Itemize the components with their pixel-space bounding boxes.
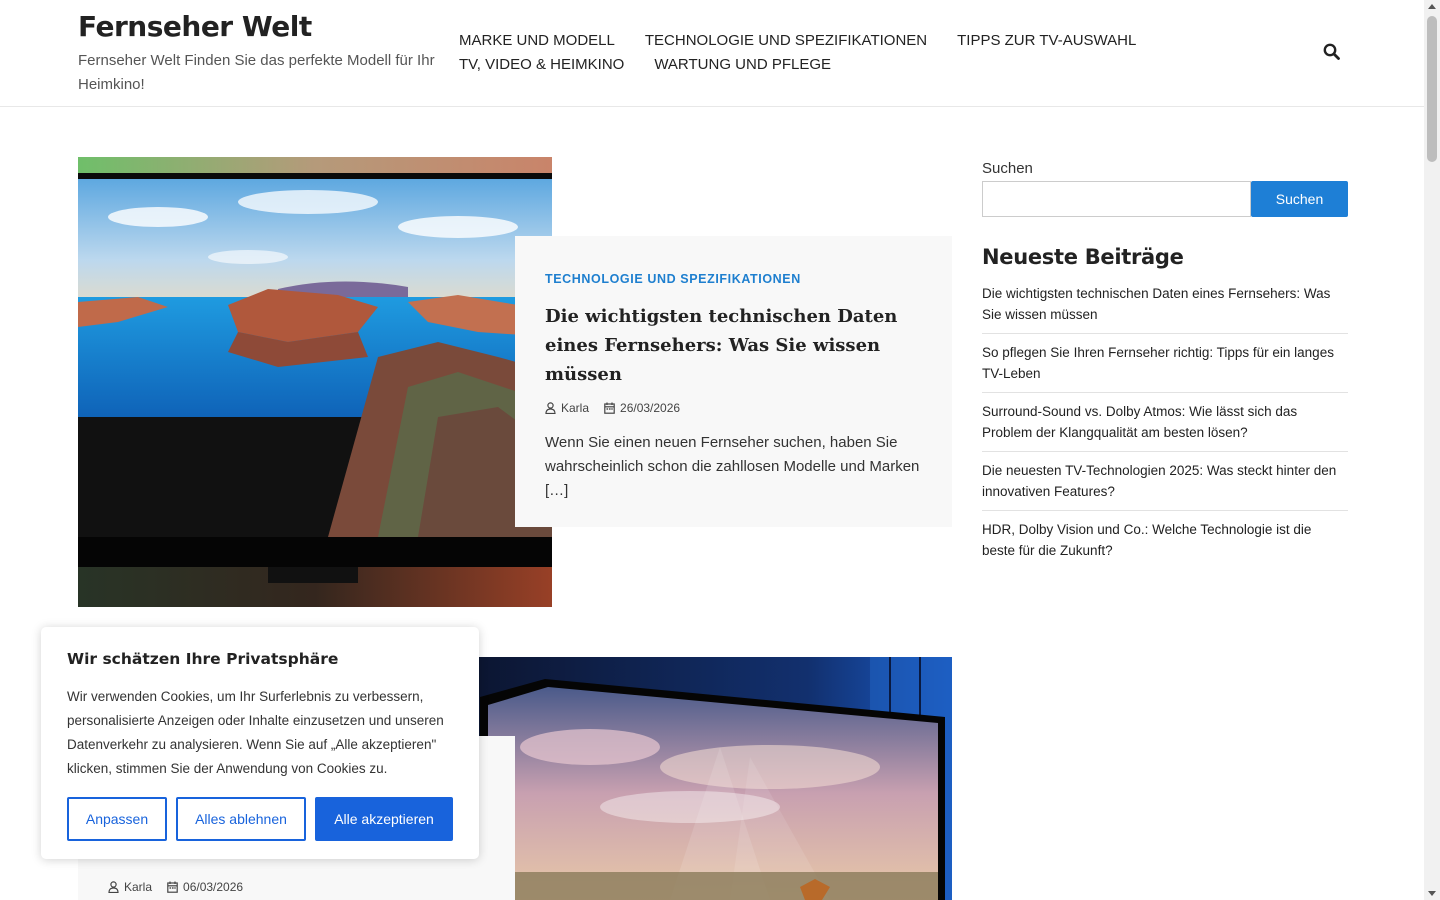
post-meta: Karla 06/03/2026 [108, 880, 258, 894]
post-date[interactable]: 06/03/2026 [167, 880, 243, 894]
post-author-name: Karla [124, 880, 153, 894]
post-author[interactable]: Karla [108, 880, 152, 894]
nav-item-tipps[interactable]: TIPPS ZUR TV-AUSWAHL [957, 29, 1136, 53]
post-author-name: Karla [561, 401, 590, 415]
recent-post-link[interactable]: So pflegen Sie Ihren Fernseher richtig: … [982, 342, 1348, 393]
sidebar: Suchen Suchen Neueste Beiträge Die wicht… [982, 158, 1348, 577]
search-input[interactable] [982, 181, 1251, 217]
search-label: Suchen [982, 160, 1033, 177]
cookie-text: Wir verwenden Cookies, um Ihr Surferlebn… [67, 689, 444, 776]
cookie-actions: Anpassen Alles ablehnen Alle akzeptieren [67, 797, 453, 841]
post-thumbnail-tv-canyon[interactable] [78, 157, 552, 607]
site-title[interactable]: Fernseher Welt [78, 8, 438, 46]
nav-item-technologie[interactable]: TECHNOLOGIE UND SPEZIFIKATIONEN [645, 29, 927, 53]
user-icon [108, 881, 119, 893]
post-category[interactable]: TECHNOLOGIE UND SPEZIFIKATIONEN [545, 270, 922, 288]
recent-post-link[interactable]: Die wichtigsten technischen Daten eines … [982, 283, 1348, 334]
post-date[interactable]: 26/03/2026 [604, 401, 680, 415]
post-author[interactable]: Karla [545, 401, 589, 415]
recent-post-link[interactable]: Die neuesten TV-Technologien 2025: Was s… [982, 460, 1348, 511]
post-meta: Karla 26/03/2026 [545, 401, 922, 415]
post-date-text: 26/03/2026 [620, 401, 681, 415]
cookie-title: Wir schätzen Ihre Privatsphäre [67, 650, 339, 668]
cookie-consent-banner: Wir schätzen Ihre Privatsphäre Wir verwe… [41, 627, 479, 859]
recent-post-link[interactable]: HDR, Dolby Vision und Co.: Welche Techno… [982, 519, 1348, 569]
post-card-1: TECHNOLOGIE UND SPEZIFIKATIONEN Die wich… [515, 236, 952, 527]
scroll-thumb[interactable] [1427, 16, 1437, 162]
post-date-text: 06/03/2026 [183, 880, 244, 894]
post-thumbnail-tv-sky[interactable] [470, 657, 952, 900]
search-form: Suchen [982, 181, 1348, 217]
nav-item-marke-und-modell[interactable]: MARKE UND MODELL [459, 29, 615, 53]
recent-posts-title: Neueste Beiträge [982, 245, 1184, 269]
page-scrollbar[interactable] [1424, 0, 1440, 900]
recent-post-link[interactable]: Surround-Sound vs. Dolby Atmos: Wie läss… [982, 401, 1348, 452]
search-icon[interactable] [1322, 42, 1342, 62]
scroll-down-arrow-icon[interactable] [1428, 891, 1436, 896]
cookie-customize-button[interactable]: Anpassen [67, 797, 167, 841]
calendar-icon [604, 402, 615, 414]
scroll-up-arrow-icon[interactable] [1428, 4, 1436, 9]
nav-item-tv-video-heimkino[interactable]: TV, VIDEO & HEIMKINO [459, 53, 624, 77]
recent-posts-list: Die wichtigsten technischen Daten eines … [982, 283, 1348, 569]
main-navigation: MARKE UND MODELL TECHNOLOGIE UND SPEZIFI… [459, 29, 1299, 77]
user-icon [545, 402, 556, 414]
nav-item-wartung[interactable]: WARTUNG UND PFLEGE [654, 53, 831, 77]
search-button[interactable]: Suchen [1251, 181, 1348, 217]
site-description: Fernseher Welt Finden Sie das perfekte M… [78, 52, 435, 93]
cookie-accept-button[interactable]: Alle akzeptieren [315, 797, 453, 841]
site-header: Fernseher Welt Fernseher Welt Finden Sie… [0, 0, 1424, 107]
post-excerpt: Wenn Sie einen neuen Fernseher suchen, h… [545, 434, 920, 499]
post-title[interactable]: Die wichtigsten technischen Daten eines … [545, 302, 922, 389]
branding: Fernseher Welt Fernseher Welt Finden Sie… [78, 8, 438, 97]
calendar-icon [167, 881, 178, 893]
cookie-reject-button[interactable]: Alles ablehnen [176, 797, 306, 841]
